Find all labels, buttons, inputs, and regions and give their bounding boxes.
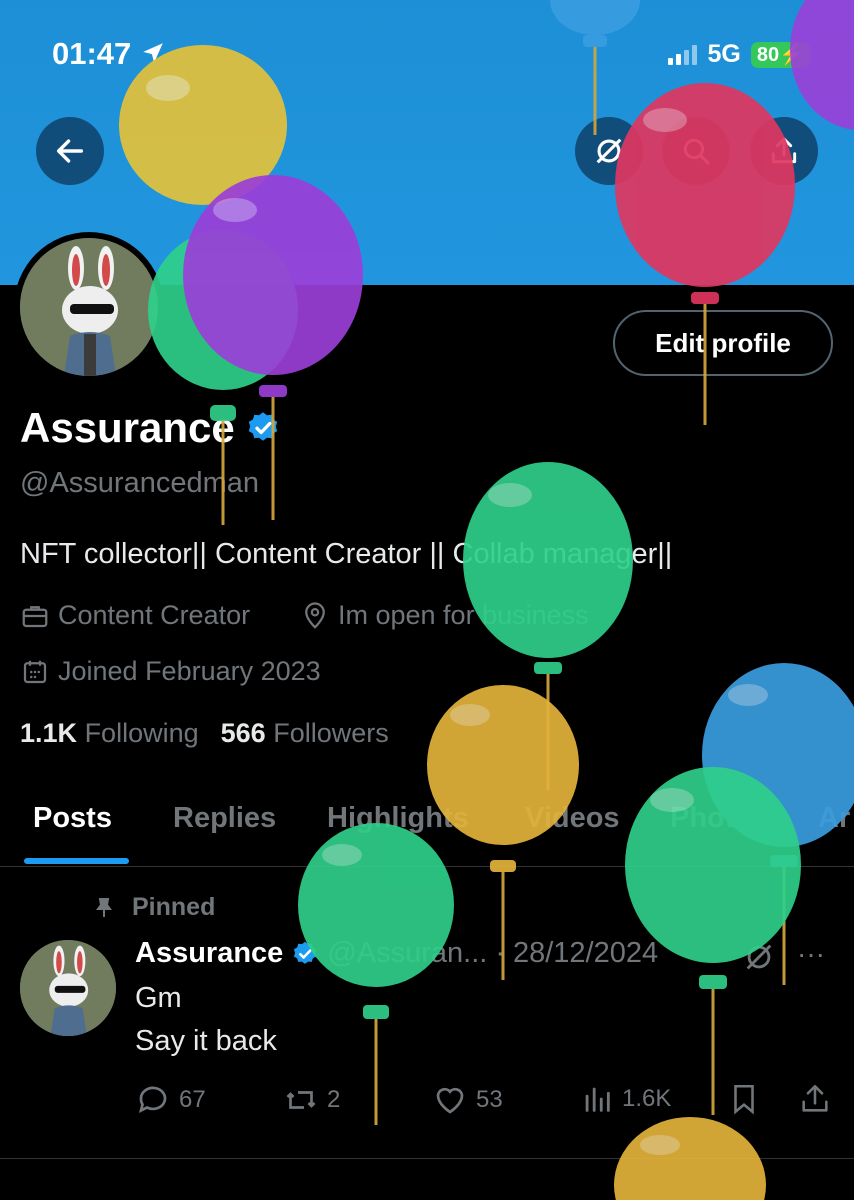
- profile-tabs: Posts Replies Highlights Videos Photos A…: [0, 800, 854, 867]
- retweet-count: 2: [327, 1086, 341, 1113]
- arrow-left-icon: [56, 139, 84, 163]
- rabbit-avatar-icon: [20, 940, 116, 1036]
- pinned-text: Pinned: [132, 893, 216, 921]
- share-icon: [771, 137, 797, 164]
- edit-profile-label: Edit profile: [655, 327, 791, 358]
- tweet-divider: [0, 1158, 854, 1159]
- retweet-icon: [286, 1091, 316, 1109]
- tweet-separator: ·: [495, 937, 505, 969]
- search-icon: [683, 138, 710, 165]
- following-label: Following: [84, 718, 199, 748]
- profile-avatar[interactable]: [14, 232, 164, 382]
- category-text: Content Creator: [58, 600, 251, 630]
- views-count: 1.6K: [622, 1085, 672, 1112]
- tweet-avatar[interactable]: [20, 940, 116, 1036]
- status-indicators: 5G 80⚡: [668, 40, 810, 69]
- followers-count: 566: [220, 718, 266, 748]
- following-count: 1.1K: [20, 718, 78, 748]
- verified-badge-icon: [248, 412, 278, 441]
- profile-bio: NFT collector|| Content Creator || Colla…: [20, 538, 673, 570]
- reply-button[interactable]: 67: [135, 1082, 206, 1118]
- tab-articles[interactable]: Ar: [818, 802, 850, 835]
- tab-posts[interactable]: Posts: [33, 802, 112, 835]
- pin-icon: [96, 897, 112, 917]
- like-count: 53: [476, 1086, 503, 1113]
- followers-label: Followers: [273, 718, 389, 748]
- profile-handle: @Assurancedman: [20, 467, 259, 499]
- search-button[interactable]: [662, 117, 730, 185]
- signal-icon: [668, 44, 698, 65]
- pinned-label: Pinned: [92, 893, 215, 922]
- like-button[interactable]: 53: [432, 1082, 503, 1118]
- followers-link[interactable]: 566 Followers: [221, 718, 389, 749]
- profile-name-text: Assurance: [20, 404, 235, 451]
- following-link[interactable]: 1.1K Following: [20, 718, 199, 749]
- refresh-off-icon: [596, 138, 622, 164]
- views-button[interactable]: 1.6K: [580, 1082, 671, 1116]
- reply-icon: [138, 1086, 167, 1114]
- avatar-image: [20, 238, 158, 376]
- verified-badge-icon: [294, 941, 317, 964]
- grok-icon[interactable]: [742, 940, 776, 974]
- active-tab-indicator: [24, 858, 129, 864]
- more-options-button[interactable]: ···: [797, 938, 825, 970]
- views-chart-icon: [585, 1087, 610, 1112]
- tweet-date[interactable]: 28/12/2024: [513, 937, 658, 970]
- heart-icon: [436, 1087, 464, 1114]
- tweet-text-line1: Gm: [135, 982, 182, 1014]
- profile-category: Content Creator: [20, 600, 250, 631]
- refresh-button[interactable]: [575, 117, 643, 185]
- tab-photos[interactable]: Photos: [670, 802, 768, 835]
- location-text: Im open for business: [338, 600, 589, 630]
- tab-videos[interactable]: Videos: [525, 802, 620, 835]
- tweet-text-line2: Say it back: [135, 1025, 277, 1057]
- follow-stats: 1.1K Following 566 Followers: [20, 718, 389, 749]
- battery-indicator: 80⚡: [750, 41, 810, 68]
- status-time: 01:47: [52, 36, 166, 72]
- profile-name: Assurance: [20, 404, 281, 452]
- tab-replies[interactable]: Replies: [173, 802, 276, 835]
- profile-location: Im open for business: [300, 600, 589, 631]
- tab-highlights[interactable]: Highlights: [327, 802, 469, 835]
- network-label: 5G: [707, 40, 741, 68]
- tweet-header: Assurance @Assuran... · 28/12/2024: [135, 937, 658, 970]
- share-button[interactable]: [750, 117, 818, 185]
- location-pin-icon: [305, 601, 325, 629]
- joined-text: Joined February 2023: [58, 656, 321, 686]
- share-icon[interactable]: [798, 1082, 832, 1116]
- reply-count: 67: [179, 1086, 206, 1113]
- retweet-button[interactable]: 2: [283, 1082, 340, 1118]
- bookmark-icon[interactable]: [727, 1082, 761, 1116]
- calendar-icon: [23, 660, 47, 683]
- tweet-author-name[interactable]: Assurance: [135, 937, 283, 970]
- tweet-author-handle: @Assuran...: [327, 937, 488, 969]
- rabbit-avatar-icon: [20, 238, 158, 376]
- briefcase-icon: [22, 605, 48, 627]
- edit-profile-button[interactable]: Edit profile: [613, 310, 833, 376]
- back-button[interactable]: [36, 117, 104, 185]
- location-arrow-icon: [143, 43, 163, 63]
- profile-joined: Joined February 2023: [20, 656, 321, 687]
- balloon-green-lower: [298, 823, 454, 1125]
